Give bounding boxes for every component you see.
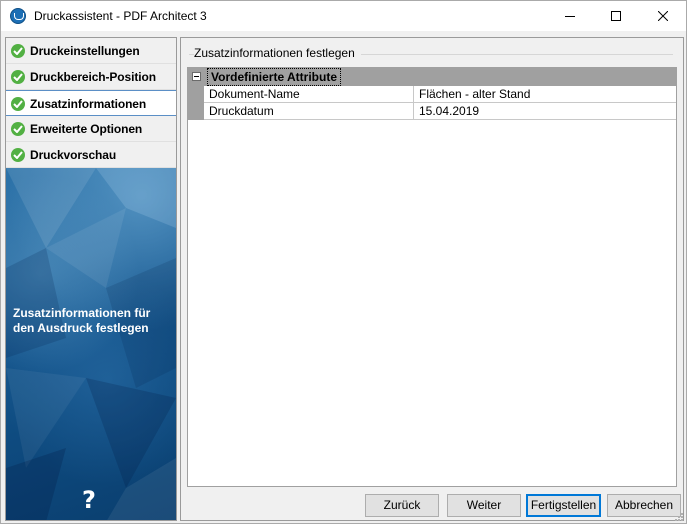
wizard-steps-panel: Druckeinstellungen Druckbereich-Position… [5, 37, 177, 521]
check-icon [11, 44, 25, 58]
title-bar[interactable]: Druckassistent - PDF Architect 3 [1, 1, 686, 31]
check-icon [11, 97, 25, 111]
print-wizard-window: Druckassistent - PDF Architect 3 Druckei… [0, 0, 687, 524]
property-name: Druckdatum [204, 103, 414, 119]
back-button[interactable]: Zurück [365, 494, 439, 517]
help-icon[interactable]: ? [82, 486, 96, 514]
step-label: Druckbereich-Position [30, 70, 156, 84]
step-description: Zusatzinformationen für den Ausdruck fes… [13, 306, 151, 335]
step-label: Erweiterte Optionen [30, 122, 143, 136]
property-grid[interactable]: Vordefinierte Attribute Dokument-Name Fl… [187, 67, 677, 487]
step-label: Druckeinstellungen [30, 44, 140, 58]
check-icon [11, 122, 25, 136]
row-gutter [188, 103, 204, 120]
step-druckeinstellungen[interactable]: Druckeinstellungen [6, 38, 176, 64]
property-value-field[interactable]: Flächen - alter Stand [414, 86, 676, 102]
property-name: Dokument-Name [204, 86, 414, 102]
decorative-blue-graphic: Zusatzinformationen für den Ausdruck fes… [6, 168, 176, 520]
faceted-background [6, 168, 176, 520]
check-icon [11, 148, 25, 162]
property-value-field[interactable]: 15.04.2019 [414, 103, 676, 119]
finish-button[interactable]: Fertigstellen [526, 494, 601, 517]
group-title: Zusatzinformationen festlegen [194, 46, 361, 60]
minimize-button[interactable] [547, 1, 593, 31]
category-label: Vordefinierte Attribute [207, 68, 342, 86]
pdf-architect-app-icon [10, 8, 26, 24]
window-title: Druckassistent - PDF Architect 3 [34, 9, 207, 23]
check-icon [11, 70, 25, 84]
step-erweiterte-optionen[interactable]: Erweiterte Optionen [6, 116, 176, 142]
resize-grip-icon[interactable] [673, 511, 683, 521]
step-label: Druckvorschau [30, 148, 117, 162]
collapse-icon[interactable] [192, 72, 201, 81]
close-button[interactable] [640, 1, 686, 31]
property-row-druckdatum[interactable]: Druckdatum 15.04.2019 [188, 103, 676, 120]
step-label: Zusatzinformationen [30, 97, 147, 111]
row-gutter [188, 86, 204, 103]
category-row[interactable]: Vordefinierte Attribute [188, 68, 676, 86]
close-icon [658, 11, 668, 21]
content-panel: Zusatzinformationen festlegen Vordefinie… [180, 37, 684, 521]
step-zusatzinformationen[interactable]: Zusatzinformationen [6, 90, 176, 116]
step-druckvorschau[interactable]: Druckvorschau [6, 142, 176, 168]
maximize-button[interactable] [593, 1, 639, 31]
next-button[interactable]: Weiter [447, 494, 521, 517]
step-druckbereich-position[interactable]: Druckbereich-Position [6, 64, 176, 90]
cancel-button[interactable]: Abbrechen [607, 494, 681, 517]
property-row-dokument-name[interactable]: Dokument-Name Flächen - alter Stand [188, 86, 676, 103]
